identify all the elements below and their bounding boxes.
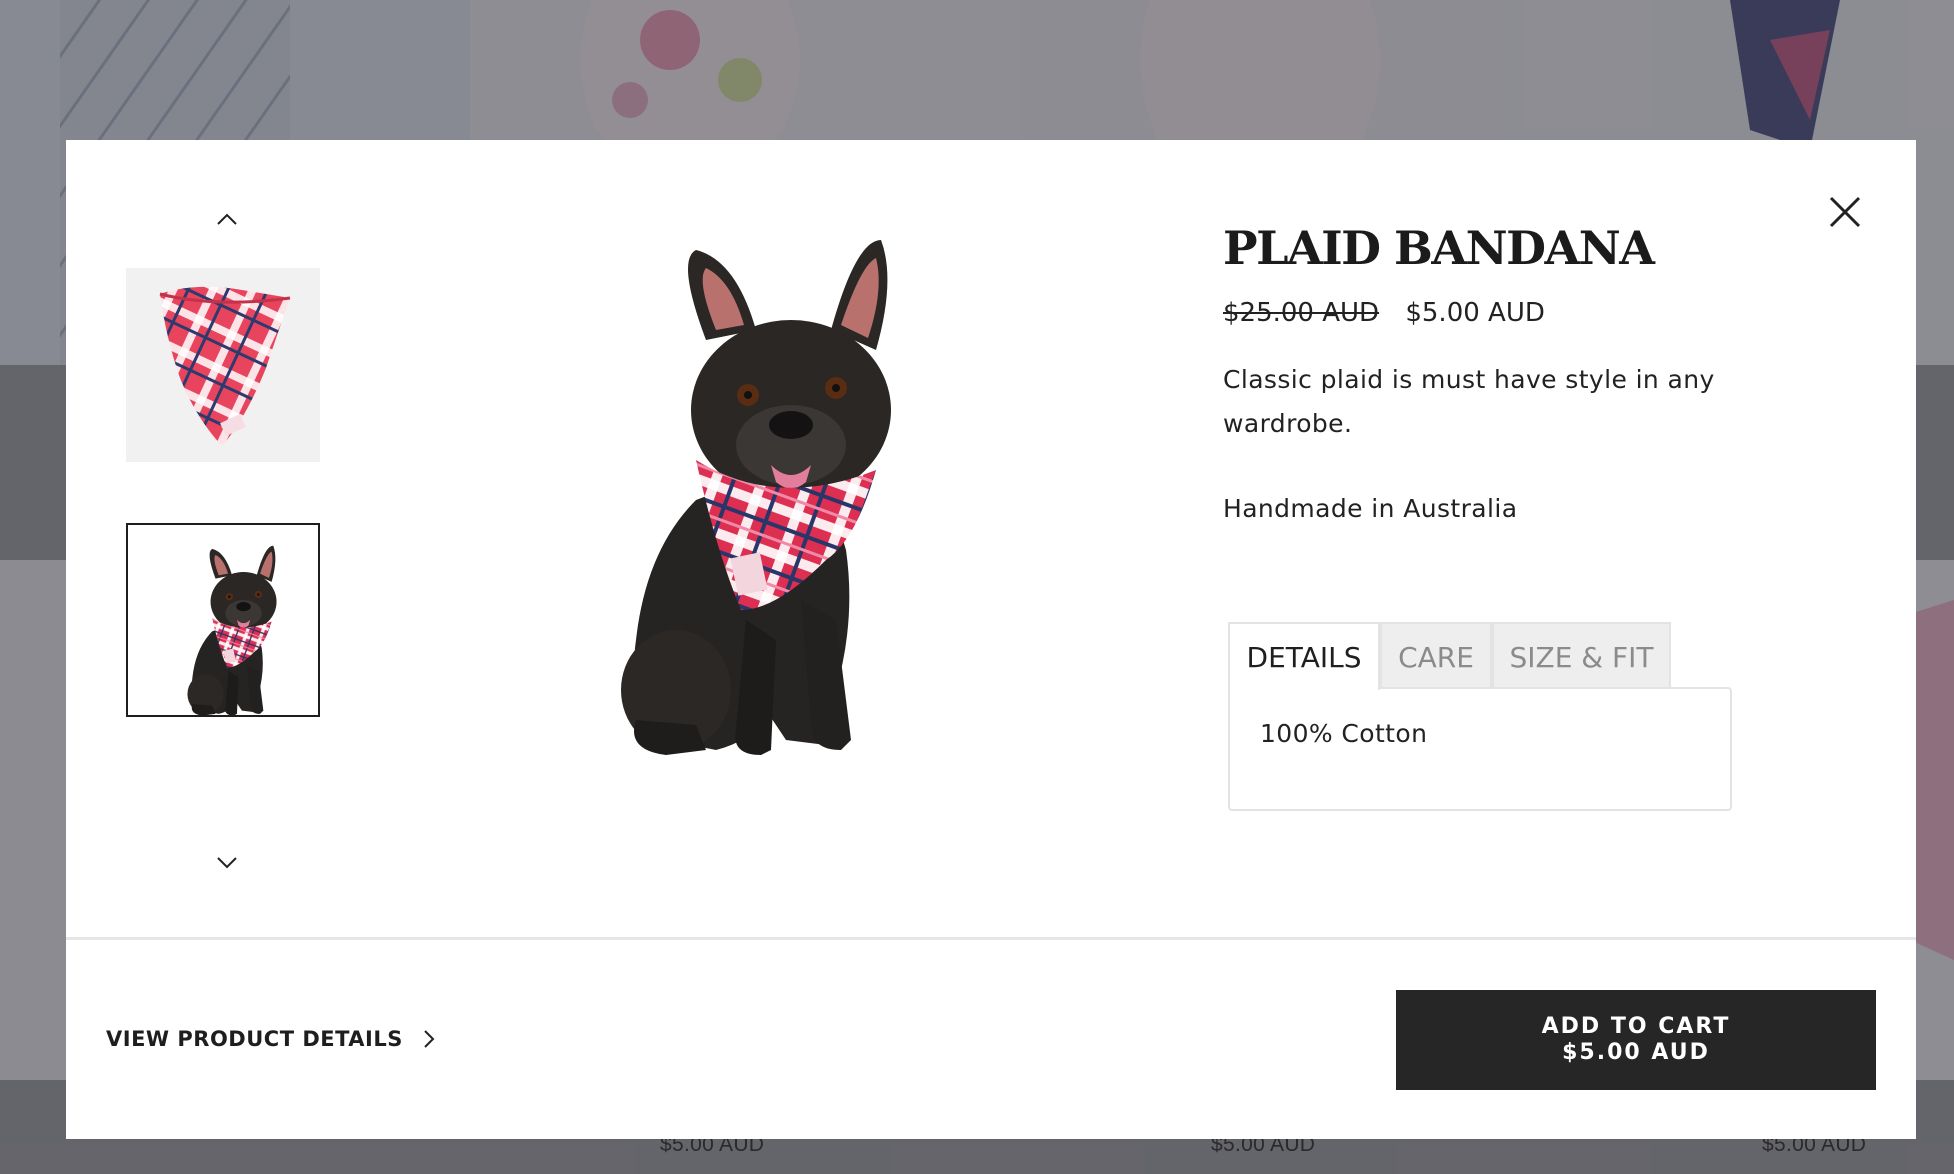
view-product-details-label: VIEW PRODUCT DETAILS	[106, 1027, 403, 1051]
tab-care[interactable]: CARE	[1380, 622, 1492, 688]
tab-panel-text: 100% Cotton	[1260, 719, 1428, 748]
close-icon	[1829, 196, 1861, 228]
add-to-cart-button[interactable]: ADD TO CART $5.00 AUD	[1396, 990, 1876, 1090]
product-thumbnail[interactable]	[126, 268, 320, 462]
thumbnail-scroll-up-button[interactable]	[212, 208, 242, 230]
bandana-thumbnail-image	[126, 268, 320, 462]
product-main-image	[556, 220, 1036, 780]
tab-details[interactable]: DETAILS	[1228, 622, 1380, 690]
view-product-details-link[interactable]: VIEW PRODUCT DETAILS	[106, 1027, 437, 1051]
dog-thumbnail-image	[128, 525, 318, 715]
close-button[interactable]	[1823, 190, 1867, 234]
product-info: PLAID BANDANA $25.00 AUD $5.00 AUD Class…	[1223, 220, 1783, 523]
sale-price: $5.00 AUD	[1405, 298, 1545, 328]
add-to-cart-label: ADD TO CART	[1541, 1014, 1731, 1039]
product-thumbnail-selected[interactable]	[126, 523, 320, 717]
chevron-down-icon	[217, 857, 237, 869]
product-origin: Handmade in Australia	[1223, 494, 1518, 523]
thumbnail-scroll-down-button[interactable]	[212, 852, 242, 874]
quick-view-modal: PLAID BANDANA $25.00 AUD $5.00 AUD Class…	[66, 140, 1916, 1139]
chevron-up-icon	[217, 213, 237, 225]
product-title: PLAID BANDANA	[1223, 221, 1655, 275]
product-description: Classic plaid is must have style in any …	[1223, 365, 1715, 438]
tab-size-fit[interactable]: SIZE & FIT	[1492, 622, 1671, 688]
dog-wearing-bandana-image	[621, 240, 891, 755]
price-row: $25.00 AUD $5.00 AUD	[1223, 298, 1783, 328]
chevron-right-icon	[421, 1027, 437, 1051]
footer-divider	[66, 937, 1916, 940]
add-to-cart-price: $5.00 AUD	[1562, 1040, 1710, 1065]
compare-at-price: $25.00 AUD	[1223, 298, 1380, 328]
tab-panel-details: 100% Cotton	[1228, 687, 1732, 811]
